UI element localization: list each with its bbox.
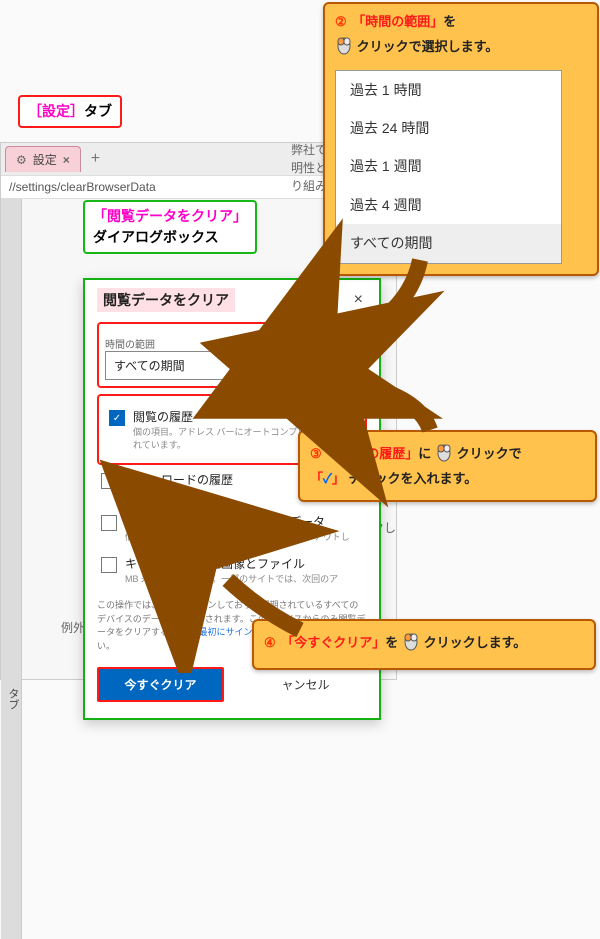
checkbox-icon: ✓ (109, 410, 125, 426)
chevron-down-icon: ⌄ (341, 359, 350, 372)
time-range-dropdown: 過去 1 時間 過去 24 時間 過去 1 週間 過去 4 週間 すべての期間 (335, 70, 562, 264)
label-dialog-title: 「閲覧データをクリア」 ダイアログボックス (83, 200, 257, 254)
ghost-text: 例外 (61, 619, 85, 636)
new-tab-button[interactable]: + (91, 150, 100, 168)
clear-now-button[interactable]: 今すぐクリア (97, 667, 224, 702)
time-range-value: すべての期間 (114, 357, 185, 374)
step-number: ③ (310, 444, 322, 465)
dropdown-option[interactable]: 過去 4 週間 (336, 186, 561, 224)
checkbox-sub: MB 未満を解放します。一部のサイトでは、次回のア (125, 572, 338, 585)
checkbox-label: ダウンロードの履歴 (125, 471, 233, 488)
step-number: ④ (264, 633, 276, 654)
callout-step-4: ④ 「今すぐクリア」を クリックします。 (252, 619, 596, 670)
cancel-button[interactable]: ャンセル (244, 667, 367, 702)
time-range-highlight: 時間の範囲 すべての期間 ⌄ (97, 322, 367, 388)
gear-icon: ⚙ (16, 153, 27, 167)
checkbox-sub: 個のサイトから。ほとんどのサイトからサインアウトし (125, 530, 350, 543)
time-range-label: 時間の範囲 (105, 336, 359, 351)
callout-step-2: ② 「時間の範囲」を クリックで選択します。 過去 1 時間 過去 24 時間 … (323, 2, 599, 276)
callout-step-3: ③ 「閲覧の履歴」に クリックで 「✓」 チェックを入れます。 (298, 430, 597, 502)
checkbox-label: キャッシュされた画像とファイル (125, 555, 338, 572)
label-settings-tab: ［設定］タブ (18, 95, 122, 128)
mouse-icon (402, 629, 420, 658)
checkbox-sub: 個の項目 (125, 488, 233, 501)
close-icon[interactable]: × (350, 289, 367, 311)
dropdown-option[interactable]: 過去 1 週間 (336, 147, 561, 185)
checkbox-label: Cookie およびその他のサイト データ (125, 513, 350, 530)
tab-settings[interactable]: ⚙ 設定 × (5, 146, 81, 172)
dropdown-option[interactable]: すべての期間 (336, 224, 561, 262)
dialog-title: 閲覧データをクリア (97, 288, 235, 312)
checkbox-icon (101, 557, 117, 573)
close-icon[interactable]: × (63, 153, 70, 167)
checkbox-icon (101, 473, 117, 489)
time-range-select[interactable]: すべての期間 ⌄ (105, 351, 359, 380)
checkbox-cache[interactable]: キャッシュされた画像とファイル MB 未満を解放します。一部のサイトでは、次回の… (97, 549, 367, 591)
mouse-icon (435, 440, 453, 469)
mouse-icon (335, 33, 353, 62)
checkbox-label: 閲覧の履歴 (133, 408, 355, 425)
tab-label: 設定 (33, 151, 57, 168)
dropdown-option[interactable]: 過去 1 時間 (336, 71, 561, 109)
checkbox-cookies[interactable]: Cookie およびその他のサイト データ 個のサイトから。ほとんどのサイトから… (97, 507, 367, 549)
dropdown-option[interactable]: 過去 24 時間 (336, 109, 561, 147)
checkbox-icon (101, 515, 117, 531)
ghost-text: 弊社で (291, 141, 327, 158)
step-number: ② (335, 12, 347, 33)
sidebar: タブ (1, 199, 22, 939)
